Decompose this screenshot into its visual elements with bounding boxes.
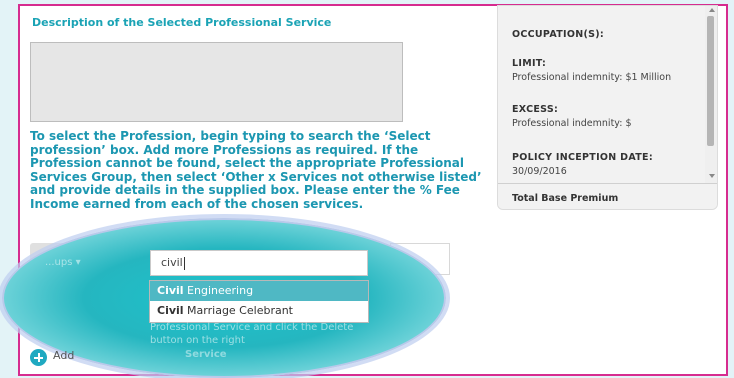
hint-line-1: Professional Service and click the Delet… (150, 322, 354, 333)
instructions-text: To select the Profession, begin typing t… (30, 129, 482, 211)
inception-value: 30/09/2016 (512, 166, 567, 177)
total-premium-row: Total Base Premium (498, 183, 717, 209)
services-group-button-label: ...ups ▾ (45, 257, 81, 268)
policy-summary-panel: OCCUPATION(S): LIMIT: Professional indem… (497, 5, 718, 210)
occupation-group: OCCUPATION(S): (512, 29, 604, 40)
suggestion-civil-marriage-celebrant[interactable]: Civil Marriage Celebrant (150, 301, 368, 321)
suggestion-rest: Marriage Celebrant (183, 304, 293, 317)
occupation-label: OCCUPATION(S): (512, 29, 605, 40)
suggestion-match: Civil (157, 304, 184, 317)
suggestion-rest: Engineering (183, 284, 254, 297)
service-description-field[interactable] (30, 42, 403, 122)
add-service-link[interactable]: Add (53, 349, 74, 362)
limit-value: Professional indemnity: $1 Million (512, 72, 672, 83)
inception-group: POLICY INCEPTION DATE: 30/09/2016 (512, 152, 653, 177)
profession-suggestions: Civil Engineering Civil Marriage Celebra… (149, 280, 369, 323)
profession-search-input[interactable]: civil (150, 250, 368, 276)
excess-label: EXCESS: (512, 104, 559, 115)
scroll-up-icon[interactable] (709, 8, 715, 12)
inception-label: POLICY INCEPTION DATE: (512, 152, 653, 163)
scroll-down-icon[interactable] (709, 174, 715, 178)
add-icon[interactable] (30, 349, 47, 366)
suggestion-match: Civil (157, 284, 184, 297)
scrollbar-thumb[interactable] (707, 16, 714, 146)
suggestion-civil-engineering[interactable]: Civil Engineering (150, 281, 368, 301)
section-title: Description of the Selected Professional… (32, 16, 332, 29)
hint-line-3: Service (185, 349, 227, 360)
limit-group: LIMIT: Professional indemnity: $1 Millio… (512, 58, 671, 83)
excess-value: Professional indemnity: $ (512, 118, 632, 129)
policy-summary-scroll[interactable]: OCCUPATION(S): LIMIT: Professional indem… (498, 6, 717, 183)
excess-group: EXCESS: Professional indemnity: $ (512, 104, 631, 129)
sidebar-scrollbar[interactable] (705, 6, 717, 183)
total-premium-label: Total Base Premium (512, 193, 619, 204)
profession-search-value: civil (161, 256, 183, 269)
hint-line-2: button on the right (150, 335, 245, 346)
text-caret (183, 256, 185, 270)
limit-label: LIMIT: (512, 58, 547, 69)
